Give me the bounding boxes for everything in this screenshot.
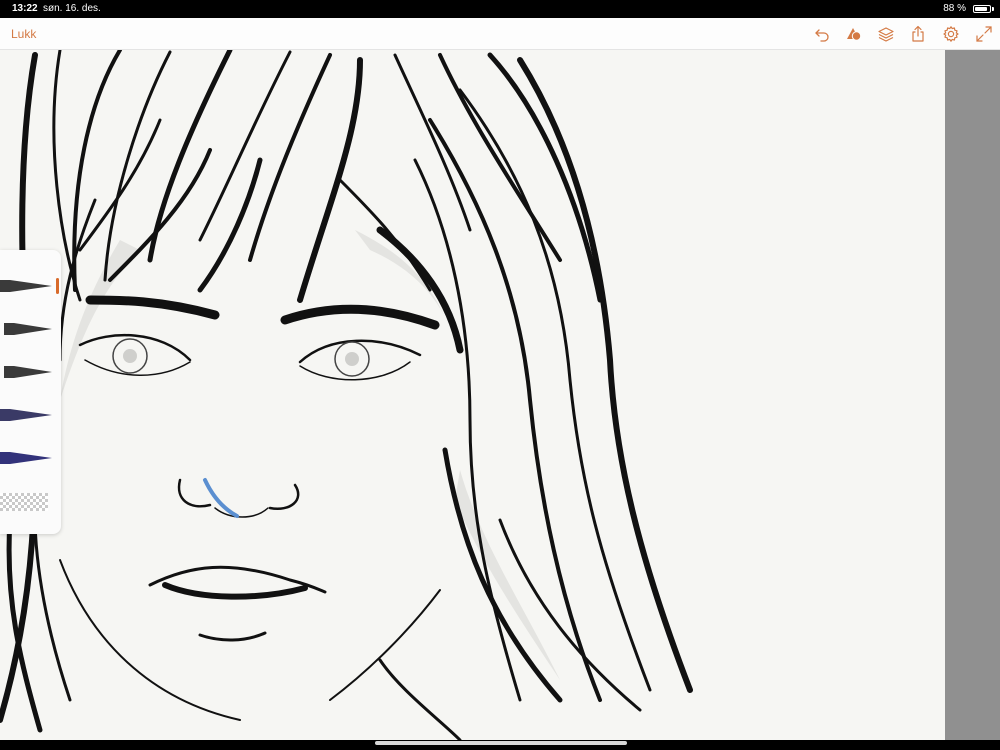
status-date: søn. 16. des. <box>43 3 101 14</box>
status-time: 13:22 <box>12 3 38 14</box>
brush-slot-1[interactable] <box>0 276 58 296</box>
brush-1-icon <box>0 280 52 292</box>
settings-icon[interactable] <box>942 25 960 43</box>
battery-level-fill <box>975 7 987 11</box>
battery-icon <box>973 5 991 13</box>
fullscreen-icon[interactable] <box>975 25 993 43</box>
home-indicator[interactable] <box>375 741 627 745</box>
brush-3-icon <box>4 366 52 378</box>
brush-4-icon <box>0 409 52 421</box>
texture-swatch[interactable] <box>0 493 48 511</box>
share-icon[interactable] <box>909 25 927 43</box>
drawing-canvas[interactable] <box>0 50 945 740</box>
layers-icon[interactable] <box>877 25 895 43</box>
close-button[interactable]: Lukk <box>11 18 36 50</box>
brush-5-icon <box>0 452 52 464</box>
brush-2-icon <box>4 323 52 335</box>
nose-highlight <box>203 478 239 518</box>
brush-slot-3[interactable] <box>0 362 58 382</box>
brush-panel <box>0 250 61 534</box>
status-bar: 13:22 søn. 16. des. 88 % <box>0 0 1000 18</box>
battery-percentage: 88 % <box>943 3 966 14</box>
brush-slot-5[interactable] <box>0 448 58 468</box>
selected-brush-indicator <box>56 278 59 294</box>
brush-slot-4[interactable] <box>0 405 58 425</box>
canvas-margin <box>945 50 1000 740</box>
portrait-artwork <box>0 50 693 740</box>
battery-cap <box>992 7 994 11</box>
brush-slot-2[interactable] <box>0 319 58 339</box>
toolbar: Lukk <box>0 18 1000 50</box>
shapes-icon[interactable] <box>845 25 863 43</box>
undo-icon[interactable] <box>813 25 831 43</box>
